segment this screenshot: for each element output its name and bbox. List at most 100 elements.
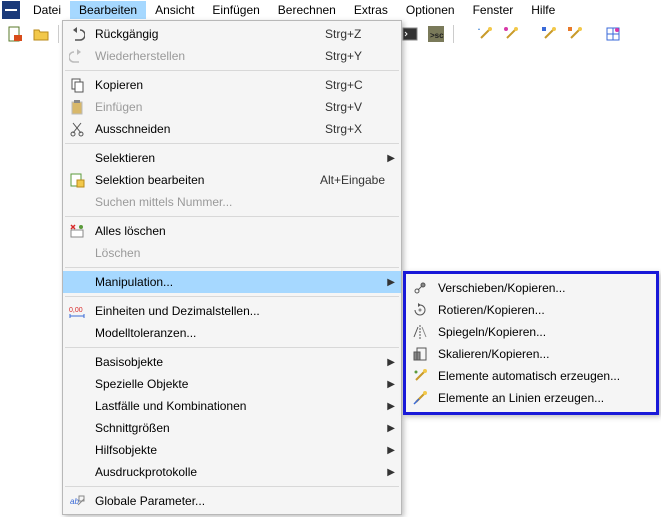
menu-hilfe[interactable]: Hilfe <box>522 1 564 19</box>
menu-separator <box>65 143 399 144</box>
submenu-arrow-icon: ▶ <box>385 401 395 412</box>
menu-label: Ansicht <box>155 3 194 17</box>
menu-item-shortcut: Alt+Eingabe <box>320 173 385 187</box>
menu-item-label: Spezielle Objekte <box>95 377 325 391</box>
menu-item-kopieren[interactable]: KopierenStrg+C <box>63 74 401 96</box>
menu-optionen[interactable]: Optionen <box>397 1 464 19</box>
menu-ansicht[interactable]: Ansicht <box>146 1 203 19</box>
menu-item-label: Ausschneiden <box>95 122 325 136</box>
copy-icon <box>67 75 87 95</box>
menu-item-shortcut: Strg+C <box>325 78 385 92</box>
submenu-item-skalieren-kopieren[interactable]: Skalieren/Kopieren... <box>406 343 656 365</box>
submenu-arrow-icon: ▶ <box>385 423 395 434</box>
menu-item-selektieren[interactable]: Selektieren ▶ <box>63 147 401 169</box>
manipulation-submenu: Verschieben/Kopieren... Rotieren/Kopieren… <box>403 271 659 415</box>
select-edit-icon <box>67 170 87 190</box>
menu-separator <box>65 70 399 71</box>
menu-item-shortcut: Strg+Y <box>325 49 385 63</box>
svg-text:>sc: >sc <box>430 31 444 40</box>
wand-blue-button[interactable] <box>538 23 560 45</box>
menu-item-globale-parameter[interactable]: abGlobale Parameter... <box>63 490 401 512</box>
menu-item-ausdruckprotokolle[interactable]: Ausdruckprotokolle▶ <box>63 461 401 483</box>
submenu-item-elemente-automatisch-erzeugen[interactable]: Elemente automatisch erzeugen... <box>406 365 656 387</box>
wand-star-button[interactable] <box>474 23 496 45</box>
menu-item-l-schen: Löschen <box>63 242 401 264</box>
menu-label: Einfügen <box>212 3 259 17</box>
paste-icon <box>67 97 87 117</box>
submenu-item-spiegeln-kopieren[interactable]: Spiegeln/Kopieren... <box>406 321 656 343</box>
menu-datei[interactable]: Datei <box>24 1 70 19</box>
submenu-item-label: Rotieren/Kopieren... <box>438 303 648 317</box>
menu-item-wiederherstellen: WiederherstellenStrg+Y <box>63 45 401 67</box>
submenu-arrow-icon: ▶ <box>385 357 395 368</box>
open-file-button[interactable] <box>30 23 52 45</box>
submenu-arrow-icon: ▶ <box>385 153 395 164</box>
menu-item-label: Lastfälle und Kombinationen <box>95 399 325 413</box>
menu-item-label: Suchen mittels Nummer... <box>95 195 325 209</box>
menu-item-label: Manipulation... <box>95 275 325 289</box>
blank-icon <box>67 272 87 292</box>
submenu-item-rotieren-kopieren[interactable]: Rotieren/Kopieren... <box>406 299 656 321</box>
menu-item-basisobjekte[interactable]: Basisobjekte▶ <box>63 351 401 373</box>
menu-item-label: Selektieren <box>95 151 325 165</box>
menu-item-selektion-bearbeiten[interactable]: Selektion bearbeitenAlt+Eingabe <box>63 169 401 191</box>
menu-item-label: Globale Parameter... <box>95 494 325 508</box>
menu-item-shortcut: Strg+V <box>325 100 385 114</box>
submenu-item-elemente-an-linien-erzeugen[interactable]: Elemente an Linien erzeugen... <box>406 387 656 409</box>
svg-text:0,00: 0,00 <box>69 307 83 314</box>
sc-button[interactable]: >sc <box>425 23 447 45</box>
terminal-button[interactable] <box>399 23 421 45</box>
blank-icon <box>67 440 87 460</box>
submenu-item-label: Skalieren/Kopieren... <box>438 347 648 361</box>
wand-magenta-button[interactable] <box>500 23 522 45</box>
menu-item-label: Kopieren <box>95 78 325 92</box>
menu-label: Hilfe <box>531 3 555 17</box>
auto-gen-icon <box>410 366 430 386</box>
blank-icon <box>67 396 87 416</box>
menu-separator <box>65 216 399 217</box>
menu-fenster[interactable]: Fenster <box>464 1 523 19</box>
menubar: Datei Bearbeiten Ansicht Einfügen BerechnenE… <box>0 0 661 20</box>
menu-item-label: Alles löschen <box>95 224 325 238</box>
blank-icon <box>67 323 87 343</box>
blank-icon <box>67 374 87 394</box>
menu-separator <box>65 486 399 487</box>
menu-item-label: Hilfsobjekte <box>95 443 325 457</box>
menu-item-schnittgr-en[interactable]: Schnittgrößen▶ <box>63 417 401 439</box>
menu-label: Datei <box>33 3 61 17</box>
menu-berechnen[interactable]: Berechnen <box>269 1 345 19</box>
menu-item-spezielle-objekte[interactable]: Spezielle Objekte▶ <box>63 373 401 395</box>
menu-item-label: Selektion bearbeiten <box>95 173 320 187</box>
menu-item-label: Einheiten und Dezimalstellen... <box>95 304 325 318</box>
wand-orange-button[interactable] <box>564 23 586 45</box>
new-file-button[interactable] <box>4 23 26 45</box>
blank-icon <box>67 148 87 168</box>
app-icon <box>2 1 20 19</box>
submenu-arrow-icon: ▶ <box>385 445 395 456</box>
cut-icon <box>67 119 87 139</box>
menu-item-modelltoleranzen[interactable]: Modelltoleranzen... <box>63 322 401 344</box>
menu-separator <box>65 267 399 268</box>
menu-item-alles-l-schen[interactable]: Alles löschen <box>63 220 401 242</box>
menu-item-hilfsobjekte[interactable]: Hilfsobjekte ▶ <box>63 439 401 461</box>
menu-item-ausschneiden[interactable]: AusschneidenStrg+X <box>63 118 401 140</box>
menu-separator <box>65 296 399 297</box>
menu-bearbeiten[interactable]: Bearbeiten <box>70 1 146 19</box>
menu-separator <box>65 347 399 348</box>
toolbar-separator <box>58 25 59 43</box>
units-icon: 0,00 <box>67 301 87 321</box>
rotate-copy-icon <box>410 300 430 320</box>
menu-item-einheiten-und-dezimalstellen[interactable]: 0,00 Einheiten und Dezimalstellen... <box>63 300 401 322</box>
menu-item-label: Einfügen <box>95 100 325 114</box>
menu-extras[interactable]: Extras <box>345 1 397 19</box>
menu-einfügen[interactable]: Einfügen <box>203 1 268 19</box>
blank-icon <box>67 462 87 482</box>
menu-item-lastf-lle-und-kombinationen[interactable]: Lastfälle und Kombinationen ▶ <box>63 395 401 417</box>
grid-button[interactable] <box>602 23 624 45</box>
submenu-item-label: Spiegeln/Kopieren... <box>438 325 648 339</box>
menu-item-r-ckg-ngig[interactable]: RückgängigStrg+Z <box>63 23 401 45</box>
redo-icon <box>67 46 87 66</box>
submenu-item-verschieben-kopieren[interactable]: Verschieben/Kopieren... <box>406 277 656 299</box>
menu-item-label: Wiederherstellen <box>95 49 325 63</box>
menu-item-manipulation[interactable]: Manipulation...▶ <box>63 271 401 293</box>
